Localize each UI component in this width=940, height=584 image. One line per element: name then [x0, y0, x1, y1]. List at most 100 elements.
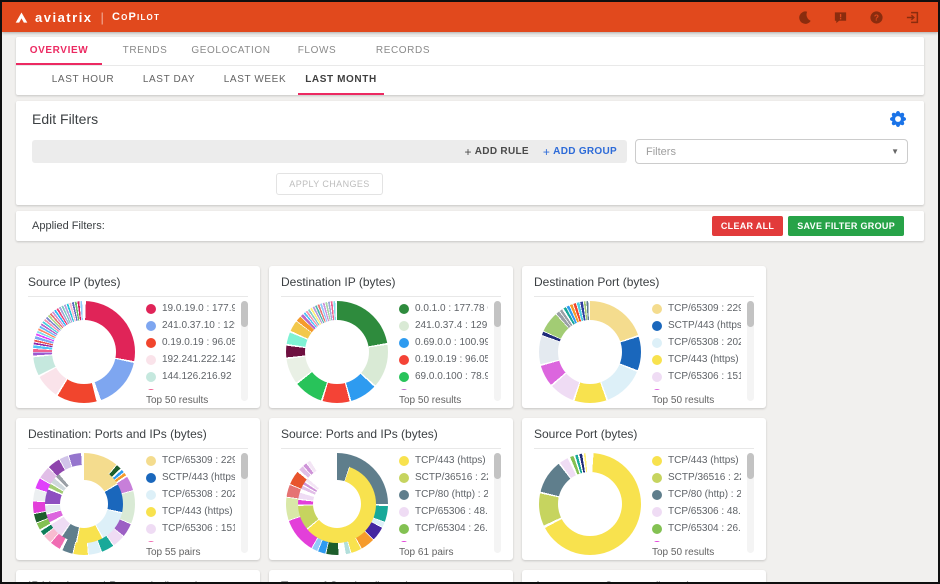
legend-scrollbar-thumb[interactable]	[241, 453, 248, 479]
legend-label: TCP/65308 : 202.10...	[162, 489, 235, 500]
legend-scrollbar[interactable]	[747, 301, 754, 401]
donut-chart[interactable]	[33, 453, 135, 555]
legend-item[interactable]: TCP/65304 : 26.64 ...	[399, 520, 488, 537]
legend-item[interactable]: TCP/443 (https) : ...	[652, 351, 741, 368]
time-range-tab-row: LAST HOUR LAST DAY LAST WEEK LAST MONTH	[16, 65, 924, 95]
apply-changes-button[interactable]: APPLY CHANGES	[276, 173, 383, 195]
legend-item[interactable]	[146, 385, 235, 390]
feedback-icon[interactable]	[833, 10, 848, 25]
svg-text:?: ?	[874, 12, 879, 22]
tab-last-day[interactable]: LAST DAY	[126, 66, 212, 95]
legend-item[interactable]: 192.241.222.142 : ...	[146, 351, 235, 368]
tab-last-month[interactable]: LAST MONTH	[298, 66, 384, 95]
tab-flows[interactable]: FLOWS	[274, 37, 360, 65]
legend-item[interactable]: TCP/65306 : 151.46...	[146, 520, 235, 537]
legend-item[interactable]: SCTP/443 (https) :...	[146, 469, 235, 486]
legend-dot	[146, 337, 156, 348]
tab-records[interactable]: RECORDS	[360, 37, 446, 65]
legend-area: TCP/65309 : 229.30... SCTP/443 (https) :.…	[139, 452, 248, 558]
legend-scrollbar[interactable]	[241, 301, 248, 401]
tab-last-week[interactable]: LAST WEEK	[212, 66, 298, 95]
legend-item[interactable]: TCP/443 (https) : ...	[399, 452, 488, 469]
legend-item[interactable]: TCP/65309 : 229.30...	[652, 300, 741, 317]
legend-item[interactable]: TCP/65309 : 229.30...	[146, 452, 235, 469]
header-icons: ?	[797, 10, 926, 25]
legend-item[interactable]: TCP/80 (http) : 22...	[652, 486, 741, 503]
add-rule-button[interactable]: + ADD RULE	[464, 145, 528, 159]
legend-item[interactable]: TCP/65308 : 202.10...	[146, 486, 235, 503]
legend-dot	[399, 371, 409, 382]
legend-item[interactable]: TCP/443 (https) : ...	[652, 452, 741, 469]
legend-item[interactable]: 0.19.0.19 : 96.05 ...	[399, 351, 488, 368]
legend-scrollbar-thumb[interactable]	[494, 453, 501, 479]
legend-item[interactable]: TCP/65304 : 26.64 ...	[652, 520, 741, 537]
legend-label: 0.0.1.0 : 177.78 G...	[415, 303, 488, 314]
apply-row: APPLY CHANGES	[32, 173, 627, 195]
legend-label: TCP/80 (http) : 22...	[415, 489, 488, 500]
legend-item[interactable]: 0.69.0.0 : 100.99 ...	[399, 334, 488, 351]
clear-all-button[interactable]: CLEAR ALL	[711, 216, 784, 236]
dropdown-caret-icon: ▼	[891, 147, 899, 156]
legend-label: 19.0.19.0 : 177.98...	[162, 303, 235, 314]
legend-dot	[399, 388, 409, 390]
legend-item[interactable]: SCTP/36516 : 224.0...	[652, 469, 741, 486]
legend-item[interactable]: 144.126.216.92 : 2...	[146, 368, 235, 385]
legend-item[interactable]	[652, 537, 741, 542]
legend-item[interactable]: 69.0.0.100 : 78.95...	[399, 368, 488, 385]
app-header: aviatrix | CoPilot ?	[2, 2, 938, 32]
legend-item[interactable]: 0.19.0.19 : 96.05 ...	[146, 334, 235, 351]
legend-scrollbar-thumb[interactable]	[494, 301, 501, 327]
legend-item[interactable]	[399, 385, 488, 390]
legend-item[interactable]: SCTP/443 (https) :...	[652, 317, 741, 334]
legend-item[interactable]: 0.0.1.0 : 177.78 G...	[399, 300, 488, 317]
legend-area: 19.0.19.0 : 177.98... 241.0.37.10 : 129..…	[139, 300, 248, 406]
legend-item[interactable]: 19.0.19.0 : 177.98...	[146, 300, 235, 317]
settings-gear-icon[interactable]	[890, 111, 906, 127]
legend-item[interactable]: SCTP/36516 : 224.0...	[399, 469, 488, 486]
save-filter-group-button[interactable]: SAVE FILTER GROUP	[788, 216, 904, 236]
legend-dot	[652, 371, 662, 382]
tab-overview[interactable]: OVERVIEW	[16, 37, 102, 65]
logout-icon[interactable]	[905, 10, 920, 25]
legend-dot	[146, 489, 156, 500]
donut-chart[interactable]	[286, 453, 388, 555]
legend-dot	[652, 320, 662, 331]
legend-item[interactable]	[146, 537, 235, 542]
legend-item[interactable]: TCP/65306 : 151.46...	[652, 368, 741, 385]
dark-mode-icon[interactable]	[797, 10, 812, 25]
tab-last-hour[interactable]: LAST HOUR	[40, 66, 126, 95]
legend-item[interactable]	[399, 537, 488, 542]
donut-chart[interactable]	[286, 301, 388, 403]
legend-item[interactable]: TCP/65306 : 48.40 ...	[399, 503, 488, 520]
legend-item[interactable]: TCP/443 (https) : ...	[146, 503, 235, 520]
add-group-button[interactable]: + ADD GROUP	[543, 145, 617, 159]
chart-legend: TCP/443 (https) : ... SCTP/36516 : 224.0.…	[652, 452, 741, 542]
donut-chart[interactable]	[539, 453, 641, 555]
legend-item[interactable]: TCP/65306 : 48.40 ...	[652, 503, 741, 520]
applied-filters-label: Applied Filters:	[32, 220, 105, 232]
legend-scrollbar-thumb[interactable]	[747, 453, 754, 479]
donut-chart[interactable]	[539, 301, 641, 403]
legend-dot	[146, 506, 156, 517]
legend-scrollbar[interactable]	[494, 301, 501, 401]
legend-item[interactable]	[652, 385, 741, 390]
tab-trends[interactable]: TRENDS	[102, 37, 188, 65]
legend-item[interactable]: 241.0.37.4 : 129.6...	[399, 317, 488, 334]
legend-item[interactable]: 241.0.37.10 : 129....	[146, 317, 235, 334]
legend-dot	[399, 337, 409, 348]
legend-scrollbar-thumb[interactable]	[747, 301, 754, 327]
tab-geolocation[interactable]: GEOLOCATION	[188, 37, 274, 65]
legend-label: TCP/443 (https) : ...	[668, 354, 741, 365]
legend-scrollbar[interactable]	[241, 453, 248, 553]
chart-title: Destination IP (bytes)	[281, 275, 501, 297]
legend-dot	[146, 455, 156, 466]
legend-scrollbar[interactable]	[747, 453, 754, 553]
legend-item[interactable]: TCP/65308 : 202.10...	[652, 334, 741, 351]
legend-item[interactable]: TCP/80 (http) : 22...	[399, 486, 488, 503]
filters-dropdown[interactable]: Filters ▼	[635, 139, 908, 164]
help-icon[interactable]: ?	[869, 10, 884, 25]
legend-label: 69.0.0.100 : 78.95...	[415, 371, 488, 382]
donut-chart[interactable]	[33, 301, 135, 403]
legend-scrollbar[interactable]	[494, 453, 501, 553]
legend-scrollbar-thumb[interactable]	[241, 301, 248, 327]
